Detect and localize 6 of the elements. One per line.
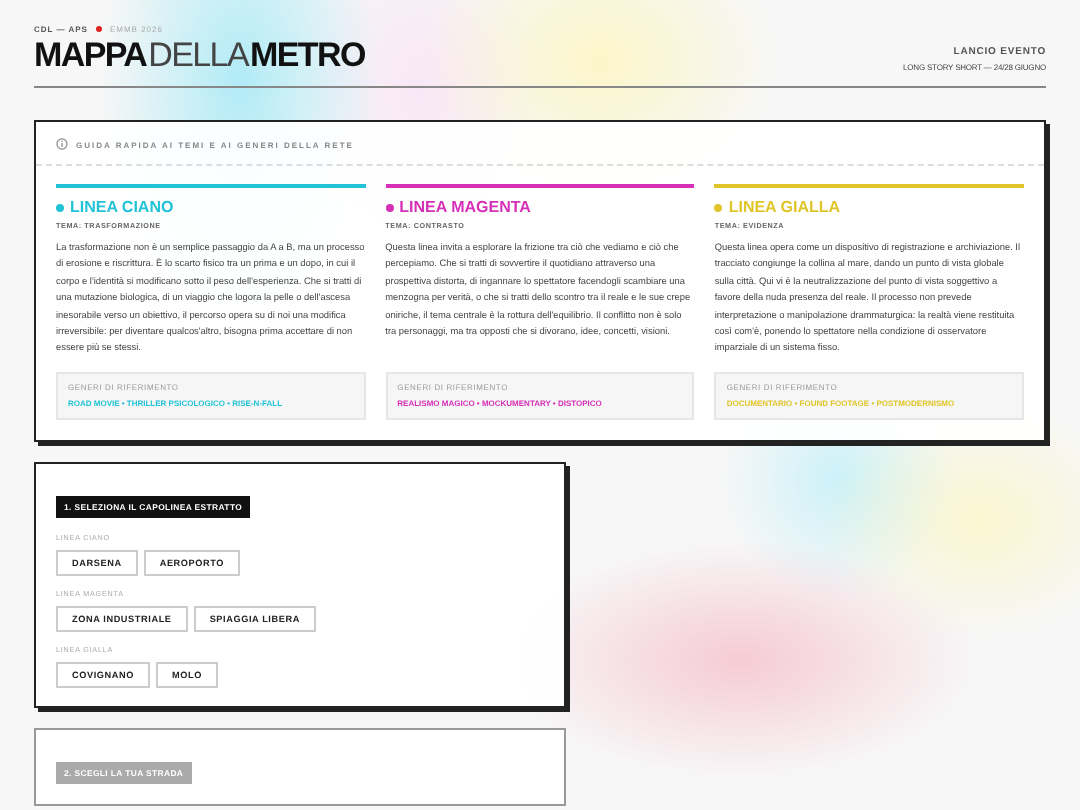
- line-name: LINEA MAGENTA: [399, 198, 531, 216]
- info-icon: [56, 138, 68, 150]
- status-dot-icon: [95, 26, 102, 32]
- line-name: LINEA GIALLA: [728, 198, 841, 216]
- line-name: LINEA CIANO: [70, 198, 174, 216]
- page-title: MAPPADELLAMETRO: [34, 38, 365, 72]
